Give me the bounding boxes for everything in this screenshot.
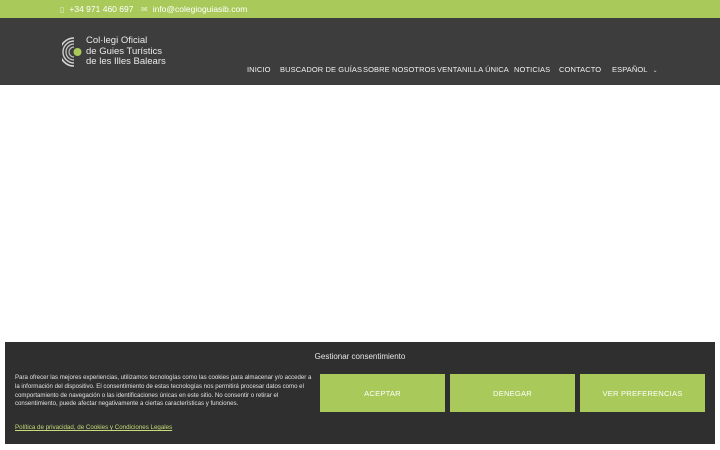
logo-line-3: de les Illes Balears — [86, 56, 166, 67]
consent-title: Gestionar consentimiento — [314, 352, 406, 361]
language-label: ESPAÑOL — [612, 65, 648, 74]
nav-item-inicio[interactable]: INICIO — [247, 65, 271, 74]
email-address[interactable]: info@colegioguiasib.com — [153, 4, 248, 14]
logo-line-1: Col·legi Oficial — [86, 35, 148, 46]
nav-item-ventanilla[interactable]: VENTANILLA ÚNICA — [437, 65, 509, 74]
site-logo[interactable]: Col·legi Oficial de Guies Turístics de l… — [62, 35, 174, 70]
language-selector[interactable]: ESPAÑOL ⌄ — [612, 65, 658, 74]
consent-description: Para ofrecer las mejores experiencias, u… — [15, 374, 312, 408]
cookie-consent-banner: Gestionar consentimiento Para ofrecer la… — [5, 342, 715, 444]
mobile-phone-icon: ▯ — [60, 4, 65, 14]
nav-item-contacto[interactable]: CONTACTO — [559, 65, 601, 74]
nav-item-sobre-nosotros[interactable]: SOBRE NOSOTROS — [363, 65, 436, 74]
nav-item-buscador[interactable]: BUSCADOR DE GUÍAS — [280, 65, 362, 74]
view-preferences-button[interactable]: VER PREFERENCIAS — [580, 374, 705, 412]
top-contact-bar: ▯ +34 971 460 697 ✉ info@colegioguiasib.… — [0, 0, 720, 18]
phone-number[interactable]: +34 971 460 697 — [69, 4, 133, 14]
envelope-icon: ✉ — [141, 4, 148, 14]
chevron-down-icon: ⌄ — [652, 68, 658, 74]
privacy-policy-link[interactable]: Política de privacidad, de Cookies y Con… — [15, 424, 172, 431]
logo-text: Col·legi Oficial de Guies Turístics de l… — [86, 35, 166, 68]
accept-button[interactable]: ACEPTAR — [320, 374, 445, 412]
logo-mark-icon — [62, 37, 82, 67]
email-contact[interactable]: ✉ info@colegioguiasib.com — [141, 0, 247, 18]
deny-button[interactable]: DENEGAR — [450, 374, 575, 412]
phone-contact[interactable]: ▯ +34 971 460 697 — [60, 0, 133, 18]
nav-item-noticias[interactable]: NOTICIAS — [514, 65, 550, 74]
